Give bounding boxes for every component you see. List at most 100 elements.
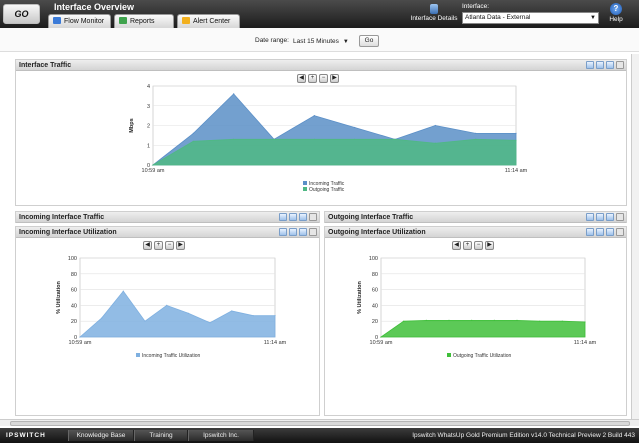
help-icon[interactable] <box>606 228 614 236</box>
x-tick-label: 10:59 am <box>142 168 165 174</box>
help-icon[interactable] <box>606 213 614 221</box>
date-range-select[interactable]: Last 15 Minutes ▼ <box>293 35 355 46</box>
export-icon[interactable] <box>289 213 297 221</box>
help-icon[interactable] <box>299 213 307 221</box>
y-tick-label: 100 <box>369 256 378 262</box>
panel-header: Incoming Interface Traffic <box>16 212 319 223</box>
data-point <box>192 140 194 142</box>
x-tick-label: 11:14 am <box>505 168 528 174</box>
outgoing-traffic-panel: Outgoing Interface Traffic <box>324 211 627 223</box>
footer-link-training[interactable]: Training <box>134 430 188 441</box>
incoming-traffic-panel: Incoming Interface Traffic <box>15 211 320 223</box>
interface-select[interactable]: Atlanta Data - External ▼ <box>462 12 599 24</box>
data-point <box>231 310 233 312</box>
data-point <box>144 320 146 322</box>
legend-label: Outgoing Traffic <box>309 187 345 193</box>
y-tick-label: 100 <box>68 256 77 262</box>
y-tick-label: 40 <box>71 303 77 309</box>
panel-tools <box>584 61 624 70</box>
data-point <box>273 138 275 140</box>
incoming-utilization-panel: Incoming Interface Utilization ◀ + − ▶ 0 20 4… <box>15 226 320 416</box>
help-icon[interactable] <box>299 228 307 236</box>
panel-header: Interface Traffic <box>16 60 626 71</box>
edit-icon[interactable] <box>279 228 287 236</box>
edit-icon[interactable] <box>586 228 594 236</box>
legend-swatch <box>136 353 140 357</box>
interface-details-icon <box>430 4 438 14</box>
y-tick-label: 1 <box>147 143 150 149</box>
x-tick-label: 11:14 am <box>574 340 597 346</box>
data-point <box>187 312 189 314</box>
series-area-1 <box>151 138 517 166</box>
data-point <box>152 164 154 166</box>
ipswitch-logo: IPSWITCH <box>6 432 46 439</box>
export-icon[interactable] <box>596 228 604 236</box>
export-icon[interactable] <box>289 228 297 236</box>
panel-header: Outgoing Interface Traffic <box>325 212 626 223</box>
footer-link-knowledge-base[interactable]: Knowledge Base <box>68 430 134 441</box>
minimize-icon[interactable] <box>616 213 624 221</box>
minimize-icon[interactable] <box>616 228 624 236</box>
vertical-scrollbar[interactable] <box>631 54 639 419</box>
minimize-icon[interactable] <box>616 61 624 69</box>
tab-flow-monitor[interactable]: Flow Monitor <box>48 14 111 28</box>
data-point <box>122 290 124 292</box>
data-point <box>354 126 356 129</box>
y-tick-label: 4 <box>147 84 150 90</box>
data-point <box>448 319 450 322</box>
y-axis-label: % Utilization <box>357 281 363 314</box>
y-tick-label: 80 <box>372 272 378 278</box>
help-icon: ? <box>610 3 622 15</box>
scrollbar-thumb[interactable] <box>10 421 630 426</box>
y-tick-label: 60 <box>372 288 378 294</box>
interface-details-button[interactable]: Interface Details <box>410 4 458 22</box>
y-tick-label: 3 <box>147 104 150 110</box>
footer-link-ipswitch[interactable]: Ipswitch Inc. <box>188 430 254 441</box>
data-point <box>475 138 477 140</box>
tab-alert-center[interactable]: Alert Center <box>177 14 240 28</box>
flow-monitor-icon <box>53 17 61 24</box>
y-tick-label: 60 <box>71 288 77 294</box>
data-point <box>313 115 315 117</box>
page-title: Interface Overview <box>54 2 135 12</box>
date-range-go-button[interactable]: Go <box>359 35 379 47</box>
legend-label: Incoming Traffic Utilization <box>142 353 200 359</box>
interface-traffic-panel: Interface Traffic ◀ + − ▶ 0 1 2 3 4 Mbps 10:59 am… <box>15 59 627 206</box>
version-info: Ipswitch WhatsUp Gold Premium Edition v1… <box>412 432 635 439</box>
minimize-icon[interactable] <box>309 228 317 236</box>
data-point <box>166 304 168 306</box>
data-point <box>274 315 276 317</box>
help-icon[interactable] <box>606 61 614 69</box>
data-point <box>252 315 254 317</box>
y-axis-label: Mbps <box>129 118 135 132</box>
data-point <box>313 138 315 140</box>
data-point <box>354 138 356 140</box>
data-point <box>380 336 382 338</box>
edit-icon[interactable] <box>586 213 594 221</box>
data-point <box>233 93 235 95</box>
horizontal-scrollbar[interactable] <box>0 419 639 426</box>
minimize-icon[interactable] <box>309 213 317 221</box>
data-point <box>493 319 495 322</box>
data-point <box>471 319 473 322</box>
alert-center-icon <box>182 17 190 24</box>
tab-reports[interactable]: Reports <box>114 14 174 28</box>
export-icon[interactable] <box>596 213 604 221</box>
legend-swatch <box>447 353 451 357</box>
data-point <box>561 320 563 322</box>
edit-icon[interactable] <box>586 61 594 69</box>
date-range-label: Date range: <box>255 37 289 44</box>
x-tick-label: 10:59 am <box>370 340 393 346</box>
export-icon[interactable] <box>596 61 604 69</box>
data-point <box>584 321 586 323</box>
legend-swatch <box>303 187 307 191</box>
go-button[interactable]: GO <box>3 4 40 24</box>
outgoing-utilization-chart: 020406080100% Utilization10:59 am 11:14 a… <box>357 256 597 359</box>
edit-icon[interactable] <box>279 213 287 221</box>
y-tick-label: 20 <box>372 319 378 325</box>
date-range-bar: Date range: Last 15 Minutes ▼ Go <box>0 28 639 52</box>
help-button[interactable]: ? Help <box>604 3 628 23</box>
data-point <box>425 319 427 322</box>
data-point <box>515 139 517 141</box>
data-point <box>434 142 436 144</box>
